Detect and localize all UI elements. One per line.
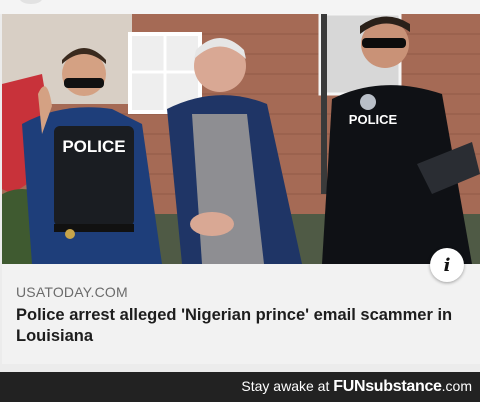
news-card[interactable]: POLICE POLICE i USATODAY.COM Police arre… <box>2 14 480 364</box>
arrest-photo-illustration: POLICE POLICE <box>2 14 480 264</box>
brand-suffix: substance <box>365 378 442 395</box>
partial-icon <box>20 0 42 4</box>
watermark-footer: Stay awake at FUNsubstance.com <box>0 372 480 402</box>
watermark-brand: FUNsubstance <box>333 378 442 395</box>
brand-tld: .com <box>441 378 472 394</box>
watermark-text: Stay awake at FUNsubstance.com <box>241 378 472 396</box>
article-photo[interactable]: POLICE POLICE <box>2 14 480 264</box>
info-icon[interactable]: i <box>430 248 464 282</box>
top-strip <box>0 0 480 14</box>
info-glyph: i <box>443 254 451 276</box>
downpipe <box>321 14 327 194</box>
police-label-right: POLICE <box>349 112 398 127</box>
article-source: USATODAY.COM <box>16 284 128 300</box>
watermark-tagline: Stay awake at <box>241 378 330 394</box>
brand-prefix: FUN <box>333 378 366 395</box>
police-label-left: POLICE <box>62 137 125 156</box>
article-headline[interactable]: Police arrest alleged 'Nigerian prince' … <box>16 305 456 347</box>
